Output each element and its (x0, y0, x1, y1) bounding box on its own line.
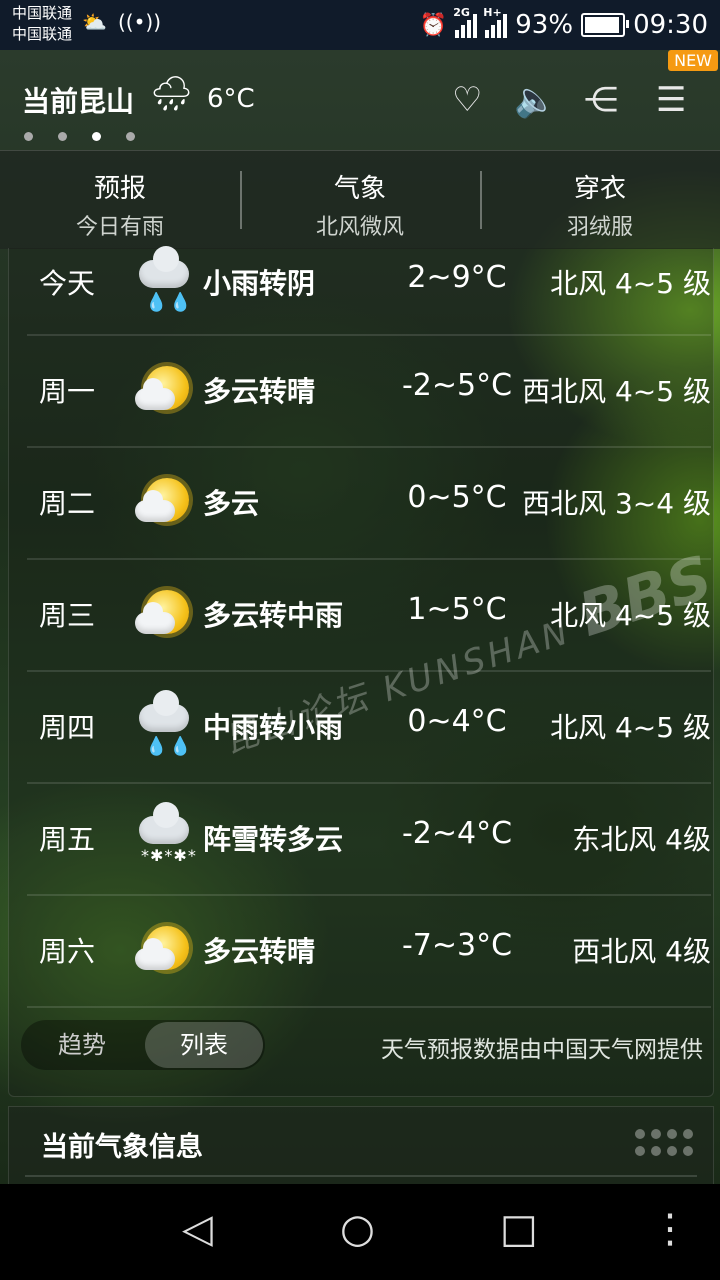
divider (25, 1175, 697, 1177)
forecast-day: 周二 (39, 487, 96, 520)
snow-cloud-icon: *✱*✱* (135, 802, 196, 870)
forecast-row[interactable]: 今天 💧💧 小雨转阴 2~9°C 北风 4~5 级 (27, 246, 711, 336)
page-dot-active[interactable] (92, 132, 101, 141)
signal-hplus-icon: H+ (483, 6, 508, 38)
forecast-wind: 北风 4~5 级 (550, 711, 711, 744)
system-nav-bar: ◁ ○ □ ⋮ (0, 1184, 720, 1280)
forecast-day: 周五 (39, 823, 96, 856)
forecast-wind: 西北风 4~5 级 (522, 375, 711, 408)
rain-cloud-icon: 🌧 (150, 74, 194, 114)
weather-notification-icon: ⛅ (82, 10, 107, 34)
forecast-day: 今天 (39, 267, 96, 300)
current-info-section[interactable]: 当前气象信息 (8, 1106, 714, 1185)
partly-cloudy-icon (135, 586, 195, 646)
city-title[interactable]: 当前昆山 (22, 80, 134, 120)
forecast-day: 周六 (39, 935, 96, 968)
page-dot[interactable] (58, 132, 67, 141)
more-vert-icon[interactable]: ⋮ (650, 1206, 690, 1252)
partly-cloudy-icon (135, 922, 195, 982)
tab-subtitle: 北风微风 (315, 215, 404, 240)
partly-cloudy-icon (135, 362, 195, 422)
forecast-row[interactable]: 周一 多云转晴 -2~5°C 西北风 4~5 级 (27, 336, 711, 448)
alarm-icon: ⏰ (419, 12, 448, 38)
battery-percent: 93% (515, 10, 574, 40)
forecast-row[interactable]: 周六 多云转晴 -7~3°C 西北风 4级 (27, 896, 711, 1008)
speaker-icon[interactable]: 🔈 (514, 80, 556, 120)
more-dots-icon[interactable] (635, 1129, 695, 1159)
page-dot[interactable] (126, 132, 135, 141)
rain-cloud-icon: 💧💧 (135, 246, 195, 314)
forecast-wind: 东北风 4级 (572, 823, 711, 856)
forecast-desc: 多云转晴 (203, 375, 316, 408)
app-header: 当前昆山 🌧 6°C ♡ 🔈 ⋲ ☰ NEW (0, 50, 720, 150)
page-dot[interactable] (24, 132, 33, 141)
signal-2g-icon: 2G (453, 6, 478, 38)
tab-subtitle: 羽绒服 (566, 215, 633, 240)
tab-clothing[interactable]: 穿衣 羽绒服 (480, 151, 720, 249)
forecast-day: 周一 (39, 375, 96, 408)
favorite-heart-icon[interactable]: ♡ (452, 80, 482, 120)
trend-button[interactable]: 趋势 (23, 1022, 141, 1068)
tab-title: 预报 (93, 174, 146, 204)
forecast-day: 周四 (39, 711, 96, 744)
carrier-labels: 中国联通 中国联通 (12, 3, 72, 45)
forecast-day: 周三 (39, 599, 96, 632)
forecast-temp: -2~4°C (401, 816, 513, 851)
tab-title: 穿衣 (573, 174, 626, 204)
forecast-desc: 多云转晴 (203, 935, 316, 968)
list-button[interactable]: 列表 (145, 1022, 263, 1068)
current-temp: 6°C (207, 84, 255, 114)
hotspot-icon: ((•)) (118, 10, 162, 34)
tab-weather[interactable]: 气象 北风微风 (240, 151, 480, 249)
view-toggle: 趋势 列表 (21, 1020, 265, 1070)
rain-cloud-icon: 💧💧 (135, 690, 195, 758)
home-icon[interactable]: ○ (340, 1206, 375, 1252)
new-badge: NEW (668, 50, 718, 71)
section-title: 当前气象信息 (41, 1132, 203, 1163)
forecast-row[interactable]: 周二 多云 0~5°C 西北风 3~4 级 (27, 448, 711, 560)
clock: 09:30 (633, 10, 708, 40)
partly-cloudy-icon (135, 474, 195, 534)
forecast-desc: 小雨转阴 (203, 267, 316, 300)
forecast-wind: 西北风 3~4 级 (522, 487, 711, 520)
status-right: ⏰ 2G H+ 93% 09:30 (419, 6, 708, 42)
forecast-wind: 西北风 4级 (572, 935, 711, 968)
carrier-1: 中国联通 (12, 4, 73, 22)
forecast-desc: 阵雪转多云 (203, 823, 344, 856)
carrier-2: 中国联通 (12, 25, 73, 43)
tab-title: 气象 (333, 174, 386, 204)
status-bar: 中国联通 中国联通 ⛅ ((•)) ⏰ 2G H+ 93% 09:30 (0, 0, 720, 50)
battery-icon (581, 13, 630, 37)
tab-subtitle: 今日有雨 (75, 215, 164, 240)
back-icon[interactable]: ◁ (182, 1206, 213, 1252)
forecast-row[interactable]: 周五 *✱*✱* 阵雪转多云 -2~4°C 东北风 4级 (27, 784, 711, 896)
tab-forecast[interactable]: 预报 今日有雨 (0, 151, 240, 249)
recents-icon[interactable]: □ (500, 1206, 538, 1252)
menu-icon[interactable]: ☰ (656, 80, 686, 120)
forecast-temp: -7~3°C (401, 928, 513, 963)
share-icon[interactable]: ⋲ (584, 80, 618, 120)
forecast-desc: 多云 (203, 487, 260, 520)
forecast-temp: 2~9°C (407, 260, 507, 295)
page-indicator (24, 132, 135, 141)
forecast-desc: 多云转中雨 (203, 599, 344, 632)
data-source-note: 天气预报数据由中国天气网提供 (381, 1037, 703, 1063)
forecast-wind: 北风 4~5 级 (550, 267, 711, 300)
summary-tabs: 预报 今日有雨 气象 北风微风 穿衣 羽绒服 (0, 150, 720, 249)
